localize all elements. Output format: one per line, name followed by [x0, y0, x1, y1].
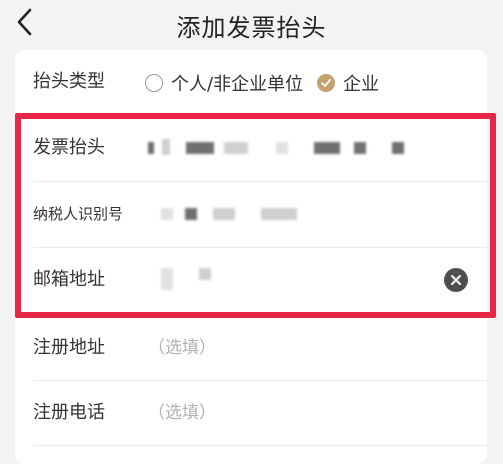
reg-address-label: 注册地址 [33, 337, 105, 358]
divider [33, 445, 488, 446]
radio-enterprise[interactable]: 企业 [317, 70, 379, 96]
radio-personal-label: 个人/非企业单位 [171, 74, 304, 95]
title-type-radio-group: 个人/非企业单位 企业 [145, 70, 393, 96]
page-title: 添加发票抬头 [176, 14, 327, 42]
reg-address-input[interactable]: （选填） [148, 316, 216, 380]
reg-phone-label: 注册电话 [33, 402, 105, 423]
title-type-label: 抬头类型 [33, 71, 105, 92]
radio-personal[interactable]: 个人/非企业单位 [145, 70, 303, 96]
checkmark-icon [321, 79, 331, 87]
highlight-annotation-box [15, 113, 496, 318]
radio-unchecked-icon [145, 74, 163, 92]
navigation-bar: 添加发票抬头 [0, 0, 503, 48]
radio-enterprise-label: 企业 [343, 74, 380, 95]
radio-checked-icon [317, 74, 336, 92]
reg-phone-input[interactable]: （选填） [148, 381, 216, 445]
